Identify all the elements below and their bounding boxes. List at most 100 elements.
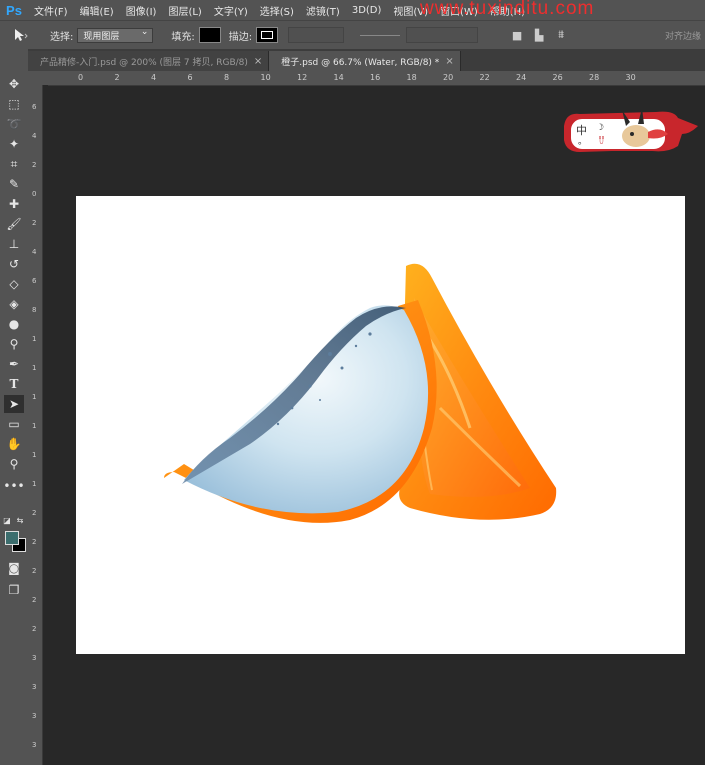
menu-select[interactable]: 选择(S) (254, 3, 300, 18)
tool-preset-picker[interactable] (0, 21, 40, 49)
eyedropper-tool-icon[interactable]: ✎ (4, 175, 24, 193)
orange-water-artwork (164, 263, 557, 523)
ruler-tick-label: 22 (479, 73, 490, 82)
select-label: 选择: (50, 31, 74, 43)
eraser-tool-icon[interactable]: ◇ (4, 275, 24, 293)
menu-filter[interactable]: 滤镜(T) (300, 3, 346, 18)
ruler-tick-label: 16 (370, 73, 381, 82)
rectangle-tool-icon[interactable]: ▭ (4, 415, 24, 433)
ruler-tick-label: 26 (552, 73, 563, 82)
ruler-tick-label: 1 (32, 422, 37, 430)
stroke-type-dropdown[interactable] (360, 34, 401, 36)
ruler-tick-label: 2 (32, 509, 37, 517)
quick-mask-icon[interactable]: ◙ (4, 559, 24, 577)
lasso-tool-icon[interactable]: ➰ (4, 115, 24, 133)
ruler-tick-label: 18 (406, 73, 417, 82)
tab-product-retouch[interactable]: 产品精修-入门.psd @ 200% (图层 7 拷贝, RGB/8) × (28, 51, 270, 71)
ruler-tick-label: 4 (32, 132, 37, 140)
clone-stamp-tool-icon[interactable]: ⊥ (4, 235, 24, 253)
svg-text:ꀎ: ꀎ (598, 136, 605, 147)
ruler-tick-label: 3 (32, 712, 37, 720)
horizontal-ruler[interactable]: 0 2 4 6 8 10 12 14 16 18 20 22 24 26 28 30 (48, 71, 705, 86)
ruler-tick-label: 6 (32, 103, 37, 111)
hand-tool-icon[interactable]: ✋ (4, 435, 24, 453)
svg-text:。: 。 (578, 137, 587, 147)
tab-label: 产品精修-入门.psd @ 200% (图层 7 拷贝, RGB/8) (40, 57, 248, 68)
watermark-text: www.tuxinditu.com (420, 0, 595, 19)
menu-type[interactable]: 文字(Y) (208, 3, 254, 18)
menu-layer[interactable]: 图层(L) (162, 3, 207, 18)
options-bar: 选择: 现用图层 填充: 描边: ■ ▙ ⩩ 对齐边缘 (0, 20, 705, 49)
mascot-sticker-icon: 中 。 ☽ ꀎ (564, 108, 698, 152)
type-tool-icon[interactable]: T (4, 375, 24, 393)
foreground-color-swatch[interactable] (5, 531, 19, 545)
path-operations-icon[interactable]: ■ (508, 25, 526, 45)
healing-brush-tool-icon[interactable]: ✚ (4, 195, 24, 213)
brush-tool-icon[interactable]: 🖌 (4, 215, 24, 233)
path-arrangement-icon[interactable]: ⩩ (552, 25, 570, 45)
history-brush-tool-icon[interactable]: ↺ (4, 255, 24, 273)
ruler-tick-label: 6 (187, 73, 193, 82)
ruler-tick-label: 2 (114, 73, 120, 82)
ruler-tick-label: 28 (589, 73, 600, 82)
tab-label: 橙子.psd @ 66.7% (Water, RGB/8) * (281, 57, 440, 68)
ruler-tick-label: 12 (297, 73, 308, 82)
select-dropdown[interactable]: 现用图层 (77, 27, 154, 43)
stroke-swatch[interactable] (256, 27, 279, 43)
ruler-tick-label: 8 (224, 73, 230, 82)
default-colors-icon[interactable]: ◪ (3, 511, 11, 529)
align-edges-label[interactable]: 对齐边缘 (665, 29, 701, 42)
pen-tool-icon[interactable]: ✒ (4, 355, 24, 373)
blur-tool-icon[interactable]: ● (4, 315, 24, 333)
menu-3d[interactable]: 3D(D) (346, 5, 388, 16)
screen-mode-icon[interactable]: ❐ (4, 581, 24, 599)
paint-bucket-tool-icon[interactable]: ◈ (4, 295, 24, 313)
ruler-tick-label: 2 (32, 538, 37, 546)
path-selection-icon (15, 29, 28, 41)
dodge-tool-icon[interactable]: ⚲ (4, 335, 24, 353)
ruler-tick-label: 3 (32, 683, 37, 691)
zoom-tool-icon[interactable]: ⚲ (4, 455, 24, 473)
ruler-tick-label: 6 (32, 277, 37, 285)
magic-wand-tool-icon[interactable]: ✦ (4, 135, 24, 153)
close-icon[interactable]: × (254, 56, 262, 67)
ruler-tick-label: 1 (32, 480, 37, 488)
ruler-tick-label: 2 (32, 625, 37, 633)
ruler-tick-label: 0 (78, 73, 84, 82)
crop-tool-icon[interactable]: ⌗ (4, 155, 24, 173)
ruler-tick-label: 1 (32, 393, 37, 401)
ruler-tick-label: 4 (32, 248, 37, 256)
ruler-tick-label: 14 (333, 73, 344, 82)
ruler-tick-label: 2 (32, 596, 37, 604)
ruler-tick-label: 1 (32, 335, 37, 343)
menu-file[interactable]: 文件(F) (28, 3, 74, 18)
dimension-field[interactable] (406, 27, 479, 43)
ruler-tick-label: 30 (625, 73, 636, 82)
tab-orange[interactable]: 橙子.psd @ 66.7% (Water, RGB/8) * × (269, 51, 461, 71)
document-tabs: 产品精修-入门.psd @ 200% (图层 7 拷贝, RGB/8) × 橙子… (28, 49, 705, 71)
ruler-tick-label: 0 (32, 190, 37, 198)
ruler-origin[interactable] (28, 71, 48, 85)
menu-image[interactable]: 图像(I) (120, 3, 163, 18)
stroke-width-field[interactable] (288, 27, 345, 43)
svg-text:中: 中 (576, 124, 587, 137)
path-selection-tool-icon[interactable]: ➤ (4, 395, 24, 413)
ruler-tick-label: 3 (32, 654, 37, 662)
vertical-ruler[interactable]: 6 4 2 0 2 4 6 8 1 1 1 1 1 1 2 2 2 2 2 3 3 3 3 (28, 85, 43, 765)
ruler-tick-label: 1 (32, 364, 37, 372)
path-alignment-icon[interactable]: ▙ (530, 25, 548, 45)
ruler-tick-label: 8 (32, 306, 37, 314)
ruler-tick-label: 3 (32, 741, 37, 749)
ruler-tick-label: 2 (32, 567, 37, 575)
tools-panel: ✥ ⬚ ➰ ✦ ⌗ ✎ ✚ 🖌 ⊥ ↺ ◇ ◈ ● ⚲ ✒ T ➤ ▭ ✋ ⚲ … (0, 49, 29, 765)
close-icon[interactable]: × (445, 56, 453, 67)
photoshop-logo: Ps (6, 2, 22, 18)
swap-colors-icon[interactable]: ⇆ (16, 511, 24, 529)
menu-edit[interactable]: 编辑(E) (74, 3, 120, 18)
fill-swatch[interactable] (198, 27, 221, 43)
move-tool-icon[interactable]: ✥ (4, 75, 24, 93)
stroke-label: 描边: (228, 31, 253, 43)
marquee-tool-icon[interactable]: ⬚ (4, 95, 24, 113)
ruler-tick-label: 2 (32, 161, 37, 169)
more-tools-icon[interactable]: ••• (3, 477, 24, 495)
